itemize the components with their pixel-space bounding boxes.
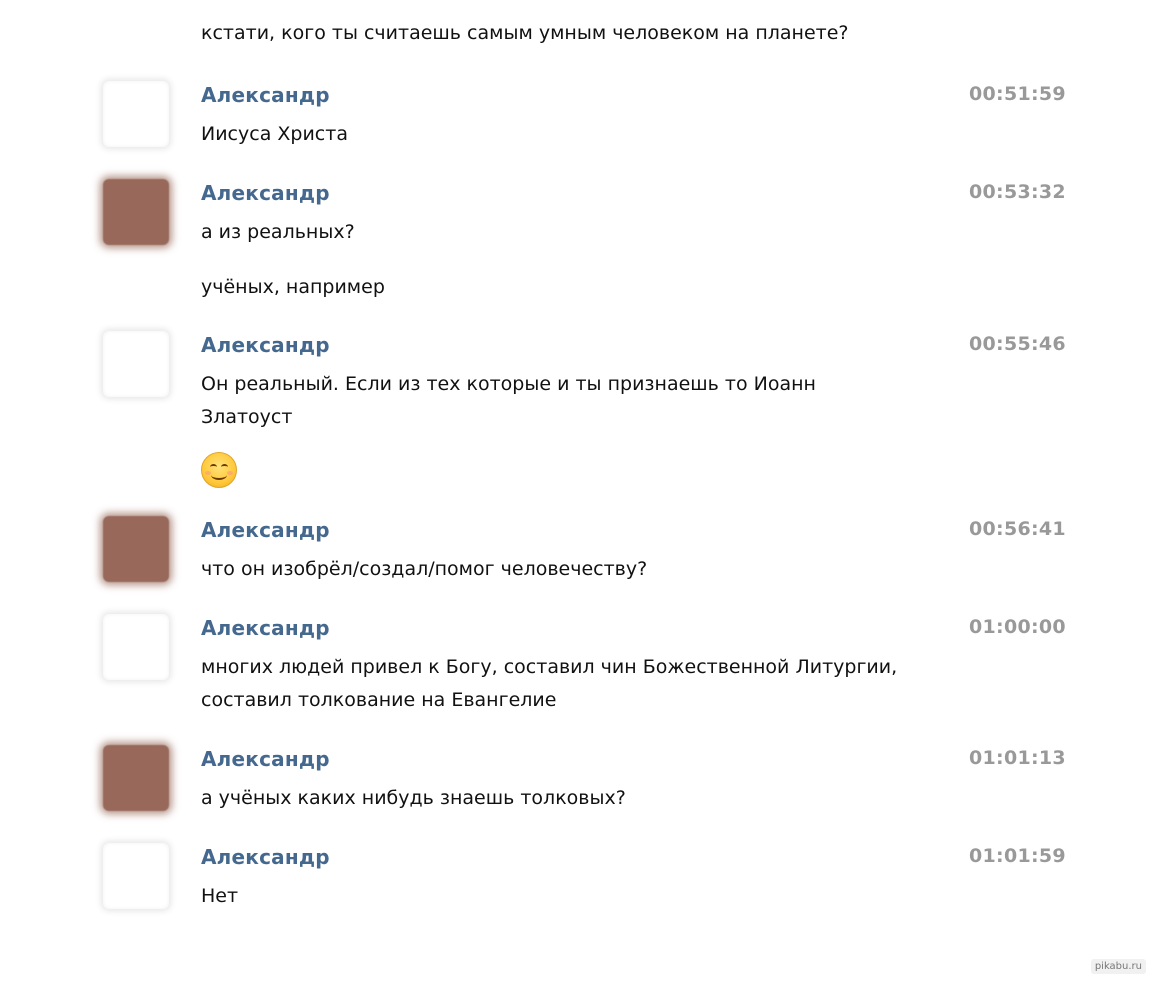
- message-body: а из реальных? учёных, например: [201, 216, 385, 304]
- message-body: Он реальный. Если из тех которые и ты пр…: [201, 368, 816, 488]
- message-text: Иисуса Христа: [201, 123, 348, 145]
- message-time[interactable]: 00:51:59: [969, 83, 1066, 105]
- message-text: что он изобрёл/создал/помог человечеству…: [201, 558, 648, 580]
- author-name[interactable]: Александр: [201, 518, 330, 542]
- message-text: многих людей привел к Богу, составил чин…: [201, 656, 898, 678]
- author-name[interactable]: Александр: [201, 83, 330, 107]
- message-time[interactable]: 01:00:00: [969, 616, 1066, 638]
- avatar[interactable]: [103, 81, 169, 147]
- message-time[interactable]: 00:56:41: [969, 518, 1066, 540]
- author-name[interactable]: Александр: [201, 616, 330, 640]
- avatar[interactable]: [103, 179, 169, 245]
- message-body: Иисуса Христа: [201, 118, 348, 151]
- message-time[interactable]: 01:01:13: [969, 747, 1066, 769]
- message-text: Он реальный. Если из тех которые и ты пр…: [201, 373, 816, 395]
- message-text: Златоуст: [201, 406, 293, 428]
- message-text: составил толкование на Евангелие: [201, 689, 557, 711]
- avatar[interactable]: [103, 331, 169, 397]
- smiling-face-emoji-icon: [201, 452, 237, 488]
- message-body: Нет: [201, 880, 238, 913]
- message-text: а из реальных?: [201, 221, 355, 243]
- author-name[interactable]: Александр: [201, 333, 330, 357]
- emoji-mouth: [211, 470, 227, 480]
- message-text: учёных, например: [201, 276, 385, 298]
- message-time[interactable]: 00:53:32: [969, 181, 1066, 203]
- author-name[interactable]: Александр: [201, 181, 330, 205]
- message-text: Нет: [201, 885, 239, 907]
- message-body: что он изобрёл/создал/помог человечеству…: [201, 553, 647, 586]
- message-time[interactable]: 01:01:59: [969, 845, 1066, 867]
- intro-message: кстати, кого ты считаешь самым умным чел…: [201, 22, 849, 44]
- avatar[interactable]: [103, 516, 169, 582]
- avatar[interactable]: [103, 843, 169, 909]
- author-name[interactable]: Александр: [201, 845, 330, 869]
- avatar[interactable]: [103, 614, 169, 680]
- message-body: многих людей привел к Богу, составил чин…: [201, 651, 897, 717]
- message-time[interactable]: 00:55:46: [969, 333, 1066, 355]
- author-name[interactable]: Александр: [201, 747, 330, 771]
- emoji-cheek: [227, 471, 233, 475]
- message-body: а учёных каких нибудь знаешь толковых?: [201, 782, 626, 815]
- avatar[interactable]: [103, 745, 169, 811]
- message-text: а учёных каких нибудь знаешь толковых?: [201, 787, 626, 809]
- watermark: pikabu.ru: [1090, 959, 1146, 974]
